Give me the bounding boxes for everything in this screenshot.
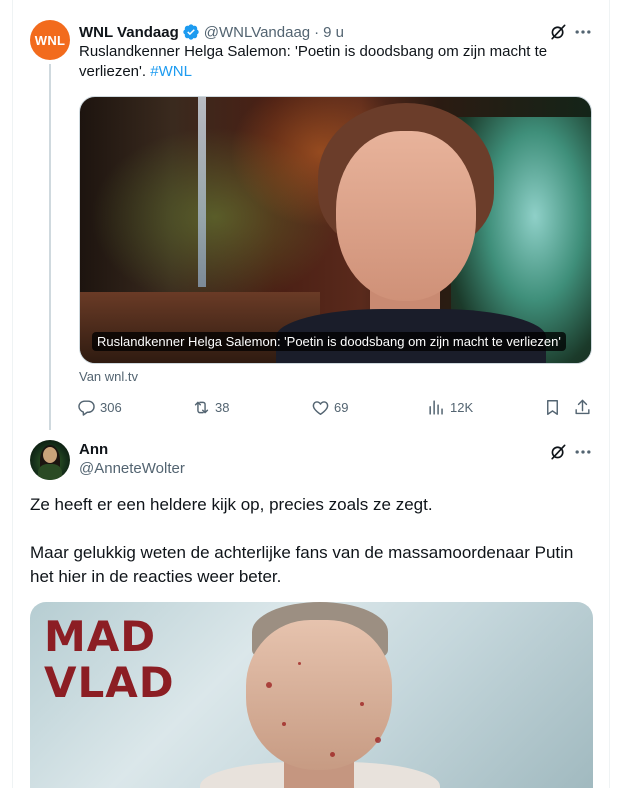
wnl-avatar[interactable]: WNL — [30, 20, 70, 60]
hashtag-link[interactable]: #WNL — [150, 63, 192, 80]
share-icon — [575, 399, 590, 414]
parent-tweet-text: Ruslandkenner Helga Salemon: 'Poetin is … — [79, 42, 579, 82]
blood-splatter — [360, 702, 364, 706]
parent-tweet-header: WNL Vandaag @WNLVandaag · 9 u — [79, 22, 344, 42]
avatar-face — [43, 447, 57, 463]
author-handle[interactable]: @WNLVandaag — [204, 24, 310, 41]
reply-paragraph: Ze heeft er een heldere kijk op, precies… — [30, 495, 433, 514]
reply-count: 306 — [100, 399, 122, 415]
grok-icon[interactable] — [547, 21, 569, 43]
repost-count: 38 — [215, 399, 230, 415]
views-count: 12K — [450, 399, 474, 415]
views-button[interactable]: 12K — [427, 395, 473, 419]
bookmark-button[interactable] — [543, 395, 566, 419]
views-icon — [429, 399, 443, 415]
blood-splatter — [298, 662, 301, 665]
like-count: 69 — [334, 399, 349, 415]
timeline-left-border — [12, 0, 13, 788]
repost-button[interactable]: 38 — [192, 395, 229, 419]
link-source[interactable]: Van wnl.tv — [79, 369, 138, 384]
grok-icon[interactable] — [547, 441, 569, 463]
repost-icon — [194, 401, 209, 413]
parent-tweet-actions: 306 38 69 12K — [77, 395, 593, 419]
mad-vlad-title: MAD VLAD — [44, 614, 175, 706]
timeline-right-border — [609, 0, 610, 788]
bookmark-icon — [547, 399, 558, 415]
link-card-caption: Ruslandkenner Helga Salemon: 'Poetin is … — [92, 332, 566, 351]
mad-vlad-line-2: VLAD — [44, 658, 175, 707]
blood-splatter — [266, 682, 272, 688]
mad-vlad-line-1: MAD — [44, 612, 157, 661]
tweet-timestamp[interactable]: 9 u — [323, 24, 344, 41]
verified-badge-icon — [182, 23, 200, 41]
wnl-logo-text: WNL — [34, 32, 66, 48]
figure-face — [246, 620, 392, 770]
like-button[interactable]: 69 — [311, 395, 348, 419]
more-icon[interactable] — [572, 21, 594, 43]
person-face — [336, 131, 476, 301]
reply-button[interactable]: 306 — [77, 395, 122, 419]
reply-tweet-text: Ze heeft er een heldere kijk op, precies… — [30, 493, 600, 589]
avatar-body — [38, 464, 62, 480]
more-icon[interactable] — [572, 441, 594, 463]
thread-connector-line — [49, 64, 51, 430]
like-icon — [312, 400, 329, 415]
reply-image[interactable]: MAD VLAD — [30, 602, 593, 788]
link-card-image[interactable]: Ruslandkenner Helga Salemon: 'Poetin is … — [79, 96, 592, 364]
reply-author-handle[interactable]: @AnneteWolter — [79, 460, 185, 477]
header-separator: · — [314, 23, 320, 41]
reply-paragraph: Maar gelukkig weten de achterlijke fans … — [30, 543, 574, 586]
reply-icon — [78, 399, 95, 416]
blood-splatter — [330, 752, 335, 757]
blood-splatter — [282, 722, 286, 726]
reply-author-name[interactable]: Ann — [79, 441, 108, 458]
studio-light-strip — [198, 97, 206, 287]
author-name[interactable]: WNL Vandaag — [79, 24, 179, 41]
blood-splatter — [375, 737, 381, 743]
share-button[interactable] — [573, 395, 596, 419]
ann-avatar[interactable] — [30, 440, 70, 480]
